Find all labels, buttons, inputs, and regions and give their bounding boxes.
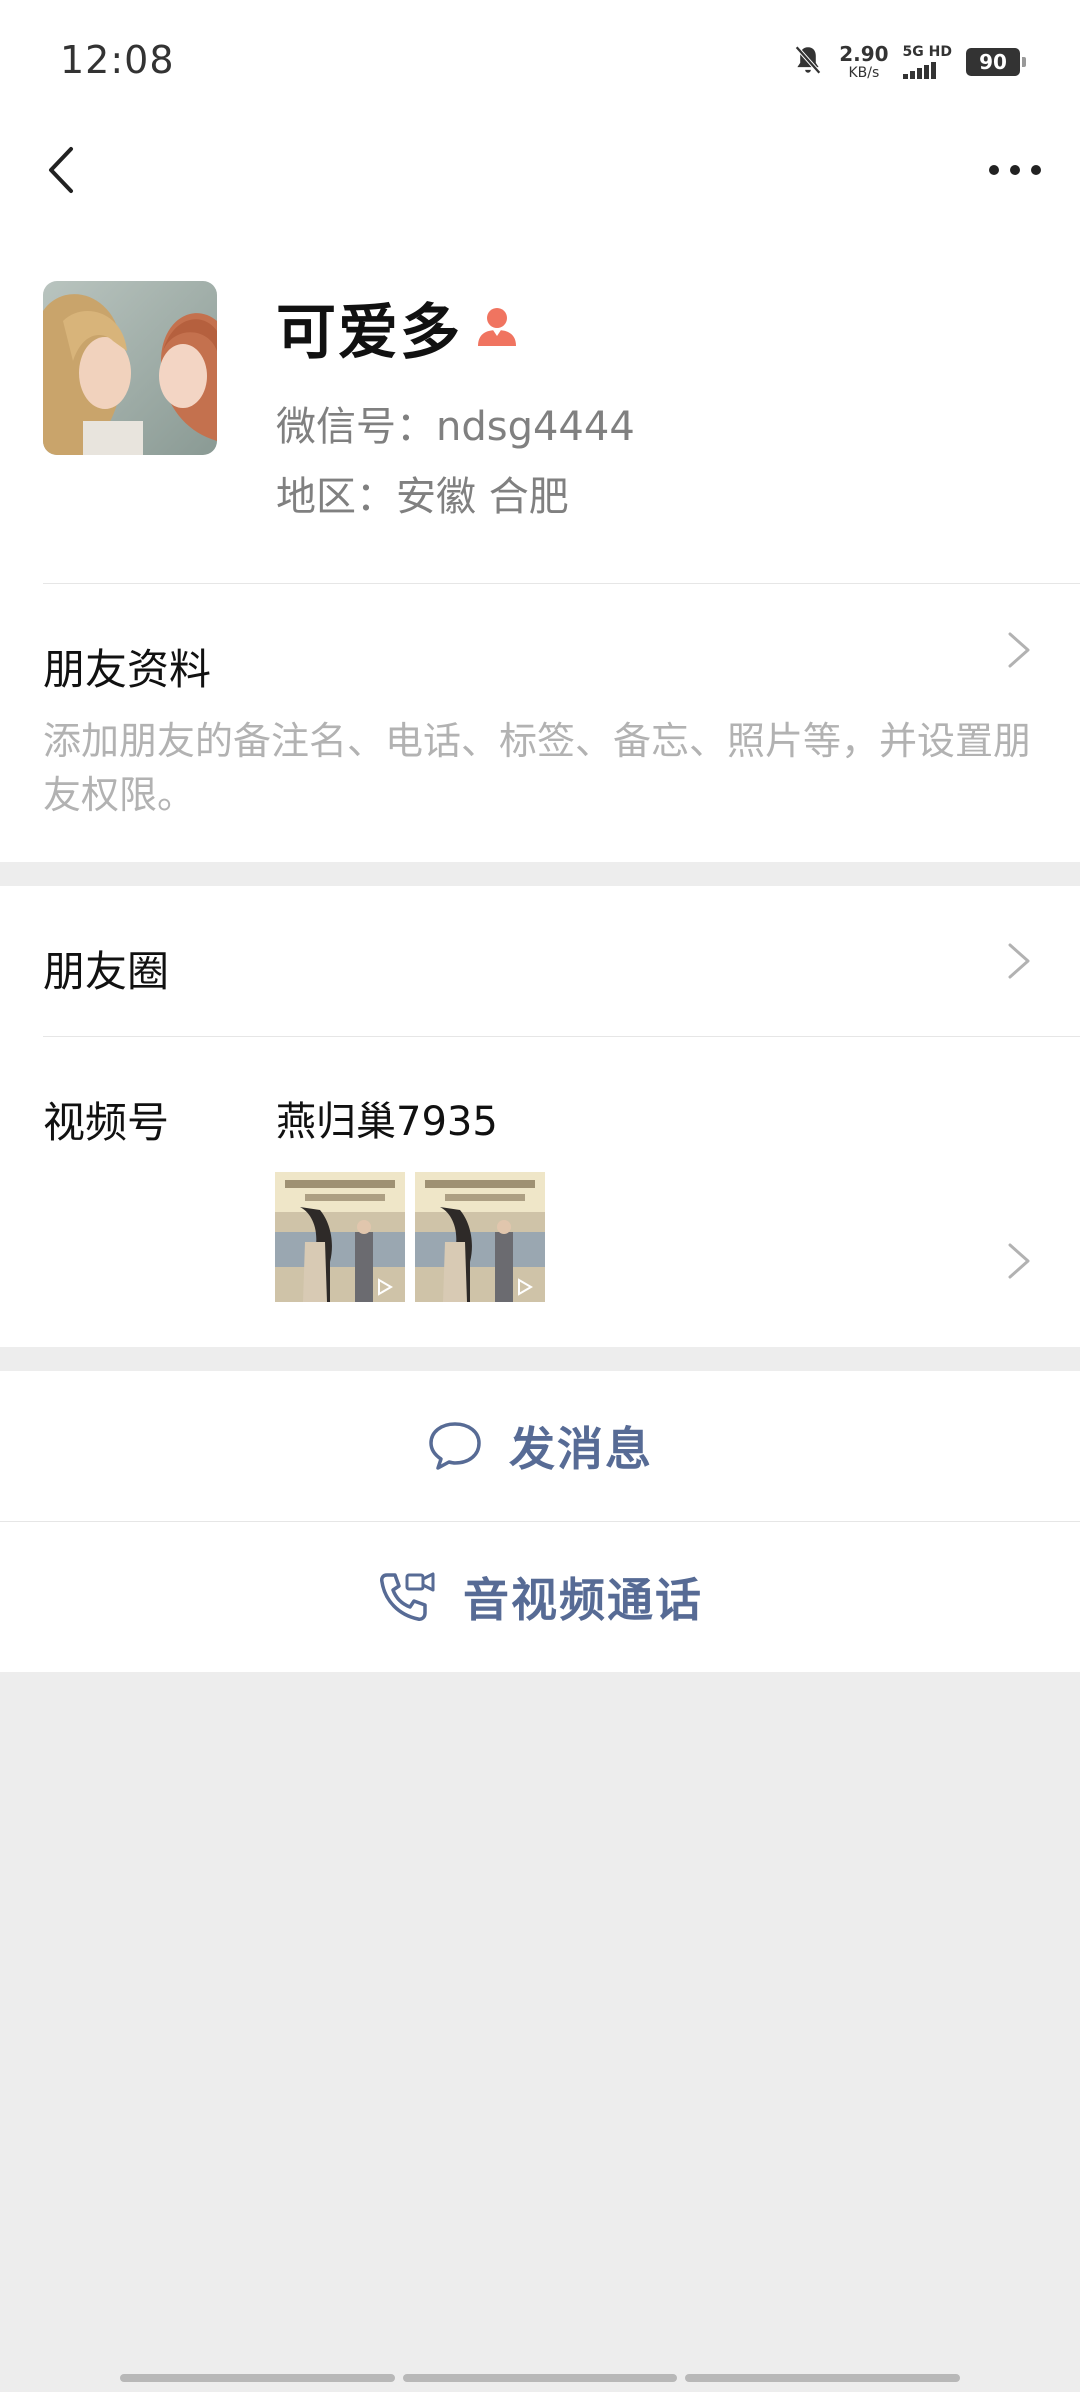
name-row: 可爱多	[276, 284, 518, 371]
friend-info-title: 朋友资料	[43, 645, 212, 694]
nav-bar	[0, 128, 1080, 218]
signal-icon: 5G HD	[902, 44, 952, 79]
section-gap	[0, 862, 1080, 886]
wechat-id: 微信号：ndsg4444	[276, 404, 635, 450]
net-speed-unit: KB/s	[848, 65, 880, 81]
battery-level: 90	[979, 50, 1007, 74]
friend-info-description: 添加朋友的备注名、电话、标签、备忘、照片等，并设置朋友权限。	[43, 719, 1032, 817]
channels-row[interactable]: 视频号 燕归巢7935	[0, 1037, 1080, 1347]
video-thumbnail[interactable]	[275, 1172, 405, 1302]
chevron-right-icon	[1008, 943, 1030, 979]
section-gap	[0, 1347, 1080, 1371]
status-icons: 2.90 KB/s 5G HD 90	[791, 40, 1026, 84]
video-call-icon	[380, 1572, 435, 1621]
home-indicator	[120, 2374, 961, 2382]
channels-title: 视频号	[43, 1098, 170, 1147]
page-top: 12:08 2.90 KB/s 5G HD 90 可爱多 微信号：ndsg444…	[0, 0, 1080, 862]
channel-name: 燕归巢7935	[276, 1099, 498, 1145]
profile-card: 可爱多 微信号：ndsg4444 地区：安徽 合肥	[0, 218, 1080, 584]
chevron-right-icon	[1008, 632, 1030, 668]
battery-icon: 90	[966, 48, 1026, 76]
avatar[interactable]	[43, 281, 217, 455]
send-message-label: 发消息	[509, 1422, 653, 1476]
moments-title: 朋友圈	[43, 947, 170, 996]
bell-muted-icon	[791, 43, 825, 81]
female-user-icon	[476, 304, 518, 352]
chevron-left-icon	[49, 147, 73, 193]
more-dots-icon	[989, 165, 1041, 175]
channel-thumbnails	[275, 1172, 545, 1302]
more-button[interactable]	[980, 140, 1050, 200]
region: 地区：安徽 合肥	[276, 474, 569, 520]
video-thumbnail[interactable]	[415, 1172, 545, 1302]
actions-section: 发消息 音视频通话	[0, 1371, 1080, 1672]
av-call-label: 音视频通话	[463, 1573, 703, 1627]
status-time: 12:08	[60, 38, 175, 82]
chevron-right-icon	[1008, 1243, 1030, 1279]
net-speed: 2.90 KB/s	[839, 44, 888, 80]
network-type: 5G HD	[902, 44, 952, 60]
friend-info-row[interactable]: 朋友资料 添加朋友的备注名、电话、标签、备忘、照片等，并设置朋友权限。	[0, 584, 1080, 862]
send-message-button[interactable]: 发消息	[0, 1371, 1080, 1521]
moments-row[interactable]: 朋友圈	[0, 886, 1080, 1036]
av-call-button[interactable]: 音视频通话	[0, 1522, 1080, 1672]
net-speed-value: 2.90	[839, 42, 889, 66]
social-section: 朋友圈 视频号 燕归巢7935	[0, 886, 1080, 1347]
chat-bubble-icon	[429, 1422, 481, 1470]
nickname: 可爱多	[276, 298, 462, 368]
back-button[interactable]	[30, 140, 90, 200]
status-bar: 12:08 2.90 KB/s 5G HD 90	[0, 0, 1080, 128]
